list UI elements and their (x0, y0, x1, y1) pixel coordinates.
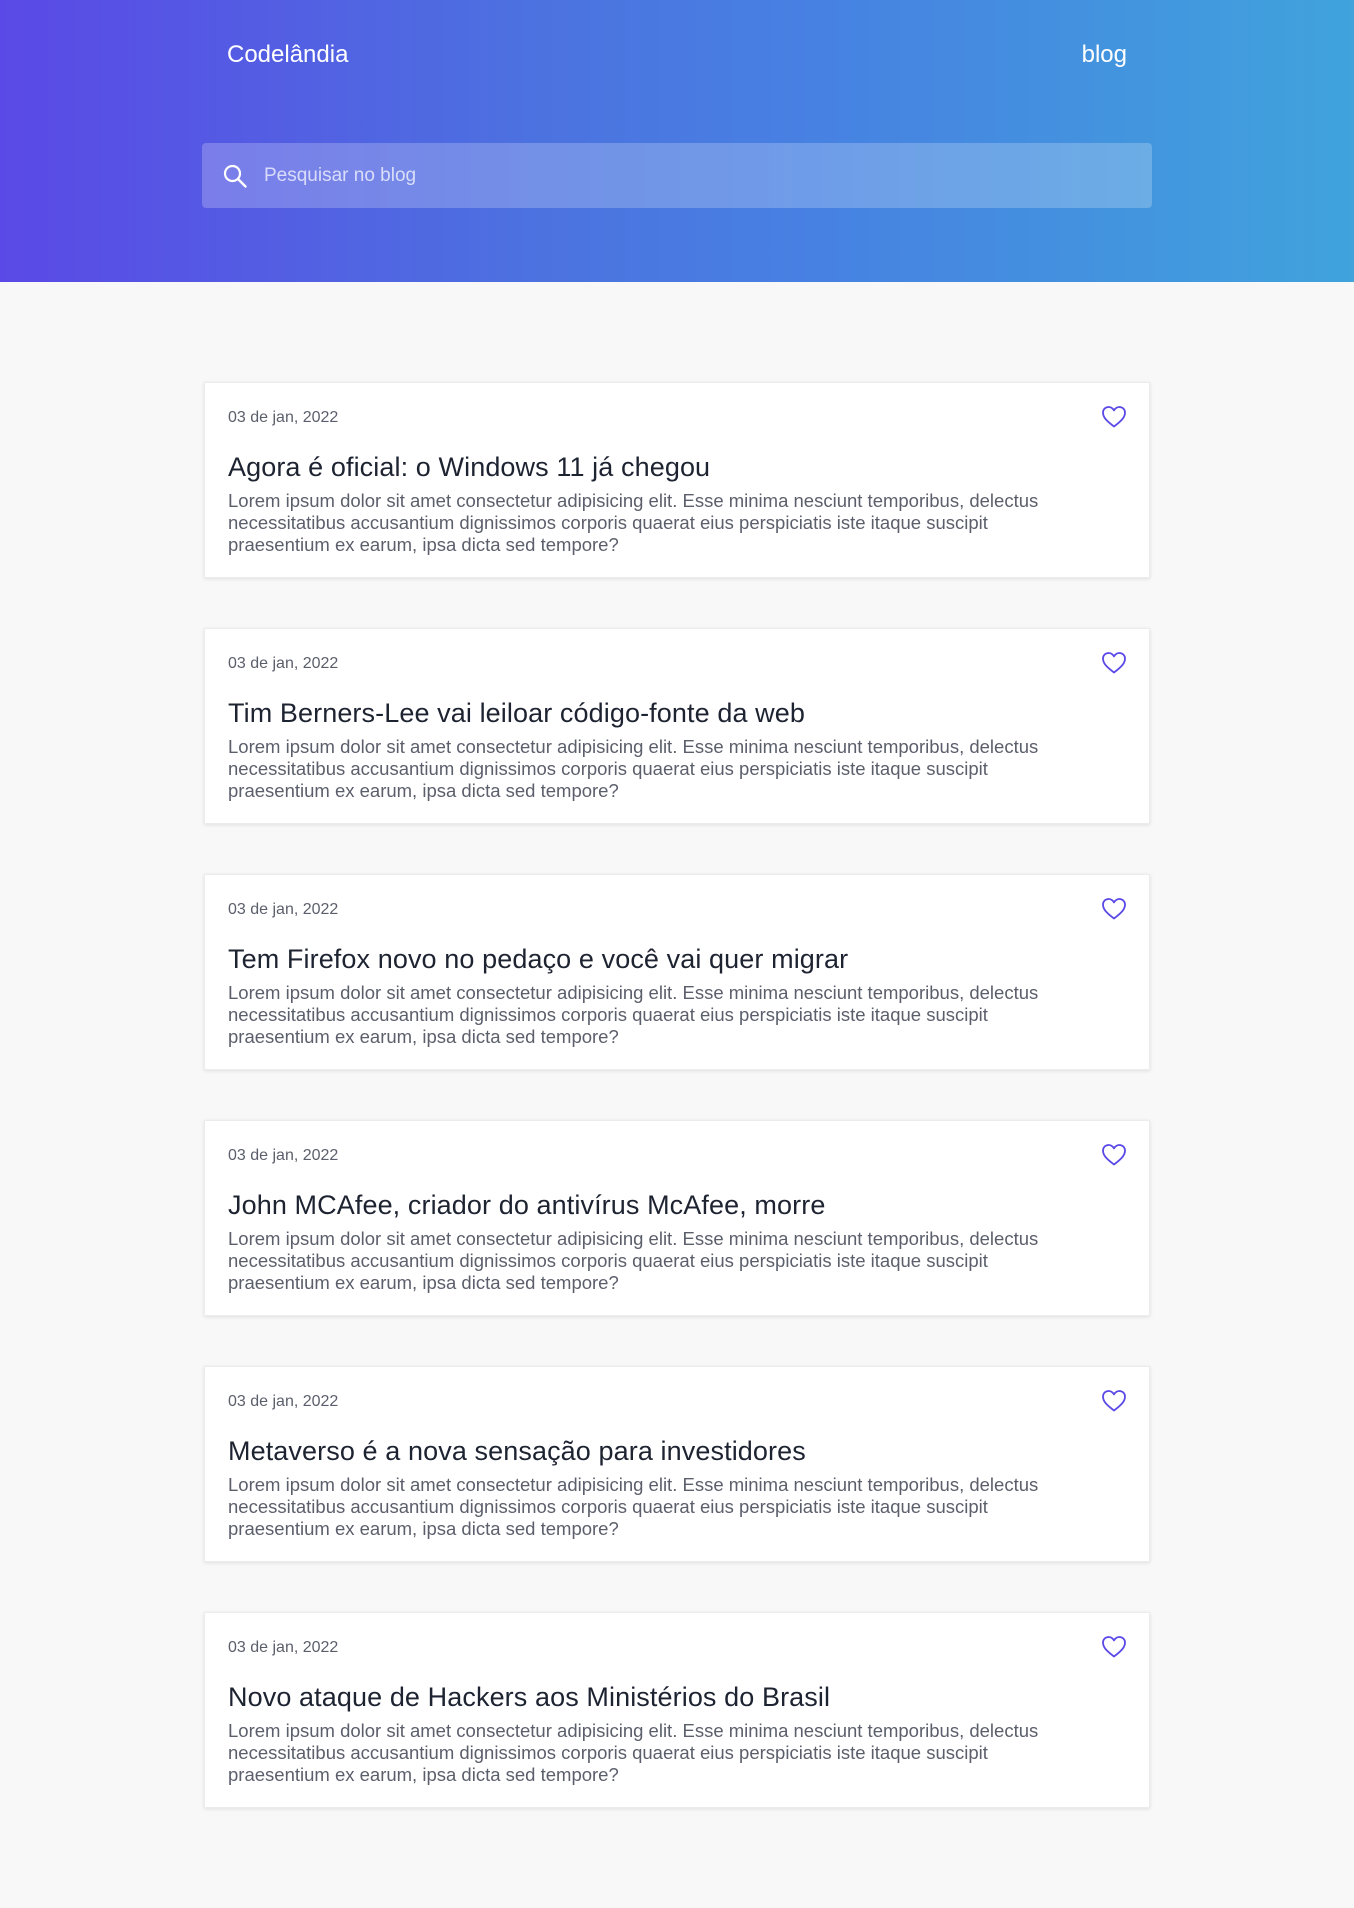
post-card[interactable]: 03 de jan, 2022 Novo ataque de Hackers a… (204, 1612, 1150, 1808)
post-card[interactable]: 03 de jan, 2022 Metaverso é a nova sensa… (204, 1366, 1150, 1562)
heart-icon[interactable] (1101, 897, 1127, 921)
site-header: Codelândia blog (0, 0, 1354, 282)
post-date: 03 de jan, 2022 (228, 1639, 339, 1656)
post-title[interactable]: Novo ataque de Hackers aos Ministérios d… (228, 1680, 1126, 1714)
post-title[interactable]: Tem Firefox novo no pedaço e você vai qu… (228, 942, 1126, 976)
post-date: 03 de jan, 2022 (228, 1147, 339, 1164)
post-title[interactable]: Agora é oficial: o Windows 11 já chegou (228, 450, 1126, 484)
search-bar (202, 143, 1152, 208)
post-excerpt: Lorem ipsum dolor sit amet consectetur a… (228, 1228, 1039, 1293)
post-title[interactable]: John MCAfee, criador do antivírus McAfee… (228, 1188, 1126, 1222)
post-title[interactable]: Metaverso é a nova sensação para investi… (228, 1434, 1126, 1468)
post-card[interactable]: 03 de jan, 2022 Tem Firefox novo no peda… (204, 874, 1150, 1070)
post-excerpt: Lorem ipsum dolor sit amet consectetur a… (228, 490, 1039, 555)
post-card[interactable]: 03 de jan, 2022 Agora é oficial: o Windo… (204, 382, 1150, 578)
heart-icon[interactable] (1101, 1635, 1127, 1659)
post-date: 03 de jan, 2022 (228, 409, 339, 426)
search-input[interactable] (264, 143, 1152, 208)
post-excerpt: Lorem ipsum dolor sit amet consectetur a… (228, 982, 1039, 1047)
nav-link-blog[interactable]: blog (1082, 40, 1127, 70)
brand-logo[interactable]: Codelândia (227, 40, 348, 70)
post-date: 03 de jan, 2022 (228, 655, 339, 672)
post-date: 03 de jan, 2022 (228, 1393, 339, 1410)
heart-icon[interactable] (1101, 405, 1127, 429)
heart-icon[interactable] (1101, 1389, 1127, 1413)
post-title[interactable]: Tim Berners-Lee vai leiloar código-fonte… (228, 696, 1126, 730)
post-excerpt: Lorem ipsum dolor sit amet consectetur a… (228, 1720, 1039, 1785)
heart-icon[interactable] (1101, 1143, 1127, 1167)
heart-icon[interactable] (1101, 651, 1127, 675)
post-date: 03 de jan, 2022 (228, 901, 339, 918)
post-list: 03 de jan, 2022 Agora é oficial: o Windo… (204, 382, 1150, 1858)
post-excerpt: Lorem ipsum dolor sit amet consectetur a… (228, 736, 1039, 801)
search-icon (223, 164, 247, 188)
post-card[interactable]: 03 de jan, 2022 Tim Berners-Lee vai leil… (204, 628, 1150, 824)
post-excerpt: Lorem ipsum dolor sit amet consectetur a… (228, 1474, 1039, 1539)
post-card[interactable]: 03 de jan, 2022 John MCAfee, criador do … (204, 1120, 1150, 1316)
